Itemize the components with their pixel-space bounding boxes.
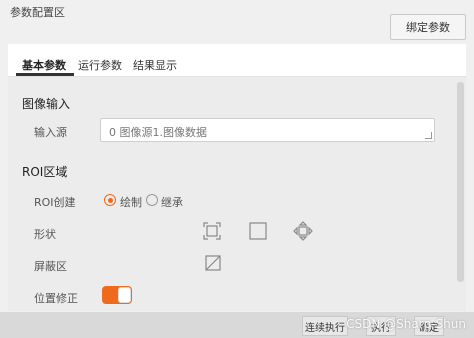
active-tab-indicator — [16, 73, 74, 76]
mask-area-label: 屏蔽区 — [34, 260, 67, 273]
continuous-run-button[interactable]: 连续执行 — [302, 316, 348, 336]
input-source-value: 0 图像源1.图像数据 — [109, 126, 207, 139]
position-correction-label: 位置修正 — [34, 292, 78, 305]
radio-inherit[interactable] — [146, 194, 158, 206]
eraser-icon[interactable] — [203, 253, 223, 273]
radio-draw[interactable] — [104, 194, 116, 206]
move-arrows-icon[interactable] — [292, 220, 314, 242]
tab-result-display[interactable]: 结果显示 — [133, 57, 177, 73]
image-input-section-title: 图像输入 — [22, 97, 71, 111]
radio-draw-label[interactable]: 绘制 — [120, 194, 142, 210]
roi-create-label: ROI创建 — [34, 196, 76, 209]
select-box-icon[interactable] — [202, 221, 222, 241]
toggle-knob — [118, 287, 131, 303]
shape-label: 形状 — [34, 228, 56, 241]
tab-bar: 基本参数 运行参数 结果显示 — [8, 44, 466, 77]
bind-params-button[interactable]: 绑定参数 — [390, 14, 466, 40]
rectangle-icon[interactable] — [248, 221, 268, 241]
radio-inherit-label[interactable]: 继承 — [161, 194, 183, 210]
tab-basic-params[interactable]: 基本参数 — [22, 57, 66, 73]
tab-run-params[interactable]: 运行参数 — [78, 57, 122, 73]
roi-section-title: ROI区域 — [22, 165, 68, 179]
scrollbar-thumb[interactable] — [457, 82, 464, 282]
input-source-field[interactable]: 0 图像源1.图像数据 — [100, 118, 435, 142]
watermark: CSDN @Sharp-Shun — [346, 317, 466, 331]
panel-title: 参数配置区 — [10, 6, 65, 19]
input-source-label: 输入源 — [34, 126, 67, 139]
resize-handle-icon — [425, 132, 432, 139]
